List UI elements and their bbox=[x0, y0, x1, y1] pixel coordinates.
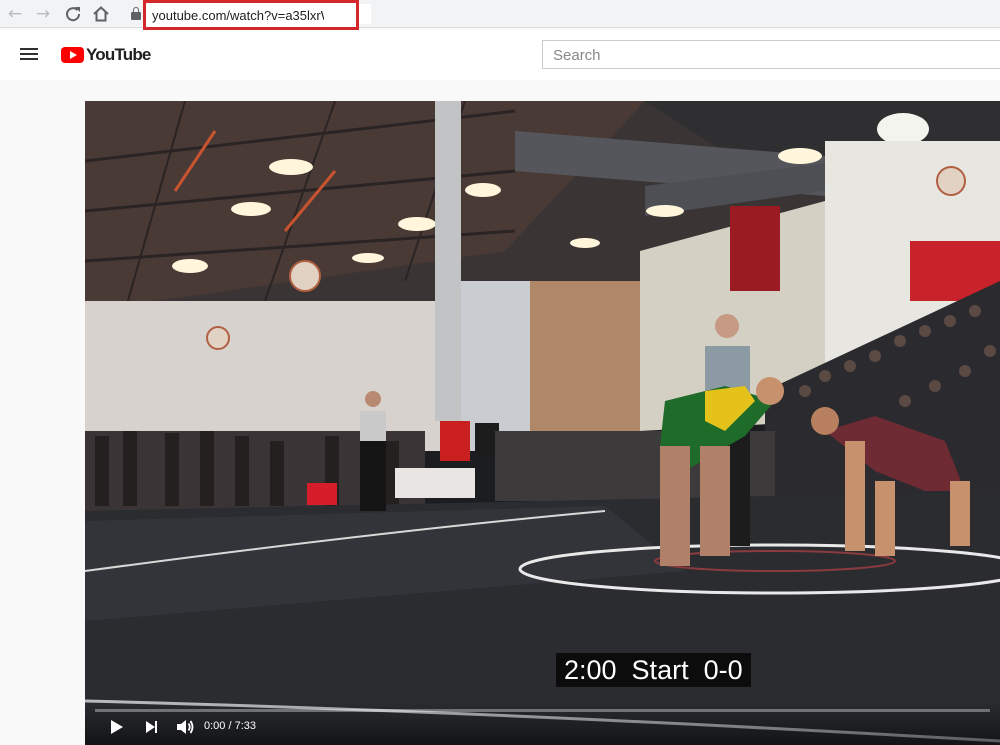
video-score-overlay: 2:00 Start 0-0 bbox=[556, 653, 751, 687]
youtube-header: YouTube bbox=[0, 30, 1000, 80]
address-bar-url[interactable]: youtube.com/watch?v=a35lxrW bbox=[152, 8, 324, 23]
youtube-play-logo-icon bbox=[61, 47, 84, 63]
browser-toolbar: ← → youtube.com/watch?v=a35lxrW bbox=[0, 0, 1000, 30]
back-arrow-icon[interactable]: ← bbox=[4, 3, 26, 25]
reload-icon[interactable] bbox=[62, 3, 84, 25]
youtube-logo[interactable]: YouTube bbox=[61, 45, 151, 65]
home-icon[interactable] bbox=[90, 3, 112, 25]
player-controls: 0:00 / 7:33 bbox=[85, 701, 1000, 745]
play-icon[interactable] bbox=[109, 719, 125, 735]
progress-bar[interactable] bbox=[95, 709, 990, 712]
video-frame-wrestling-match bbox=[85, 101, 1000, 745]
search-input[interactable] bbox=[553, 45, 993, 65]
volume-icon-graphic bbox=[177, 720, 194, 734]
volume-icon[interactable] bbox=[175, 718, 195, 736]
forward-arrow-icon[interactable]: → bbox=[32, 3, 54, 25]
video-player[interactable]: 2:00 Start 0-0 0:00 / 7:33 bbox=[85, 101, 1000, 745]
search-box[interactable] bbox=[542, 40, 1000, 69]
time-display: 0:00 / 7:33 bbox=[204, 720, 256, 732]
home-icon-graphic bbox=[93, 6, 109, 22]
address-bar-highlight[interactable]: youtube.com/watch?v=a35lxrW bbox=[143, 0, 359, 30]
lock-icon bbox=[131, 7, 141, 20]
youtube-wordmark: YouTube bbox=[86, 45, 151, 64]
reload-icon-graphic bbox=[66, 7, 81, 22]
hamburger-menu-icon[interactable] bbox=[20, 47, 38, 61]
next-icon[interactable] bbox=[145, 720, 159, 734]
address-bar-field[interactable] bbox=[359, 4, 371, 24]
